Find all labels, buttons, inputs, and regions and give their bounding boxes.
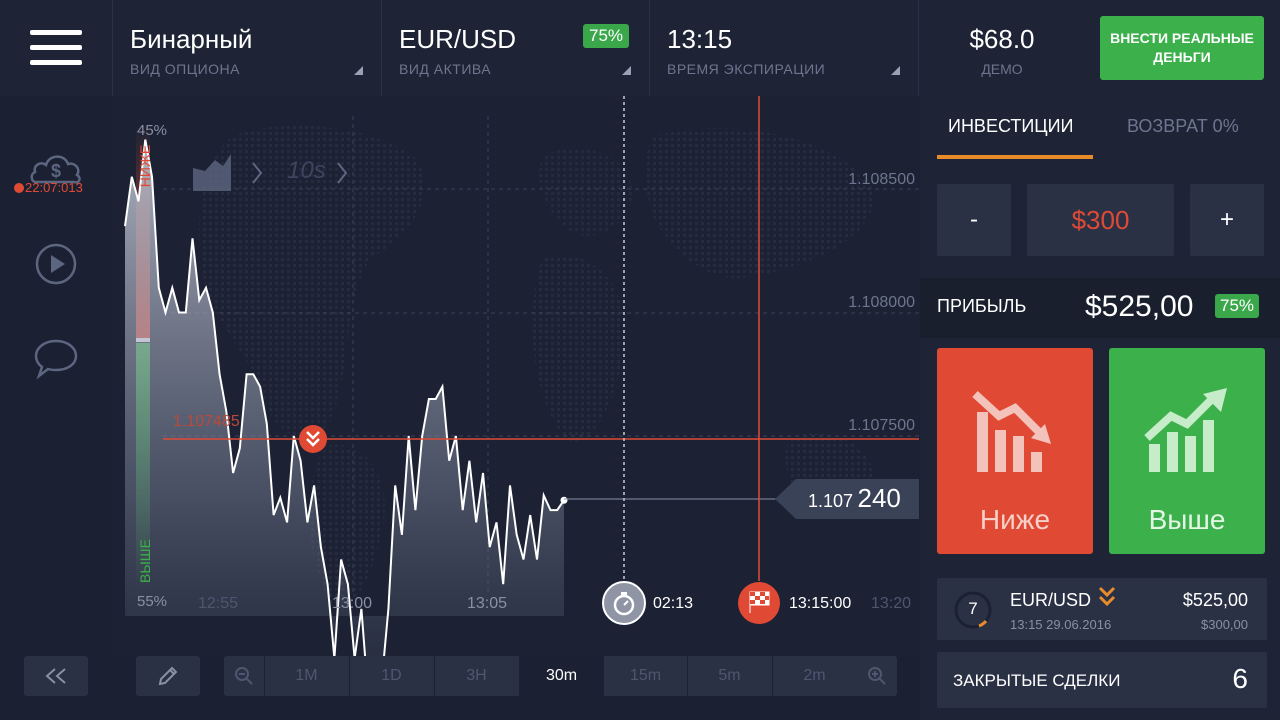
timeframe-30m[interactable]: 30m xyxy=(519,656,603,696)
call-button[interactable]: Выше xyxy=(1109,348,1265,554)
asset-label: ВИД АКТИВА xyxy=(399,61,492,77)
interval-label[interactable]: 10s xyxy=(287,157,326,185)
play-icon[interactable] xyxy=(34,242,78,286)
increase-amount-button[interactable]: + xyxy=(1190,184,1264,256)
bonus-timer-value: 22:07:013 xyxy=(25,180,83,195)
price-level: 1.107500 xyxy=(848,417,915,434)
timeframe-bar: 1M 1D 3H 30m 15m 5m 2m xyxy=(224,656,897,696)
hamburger-icon xyxy=(30,30,82,35)
tab-investments[interactable]: ИНВЕСТИЦИИ xyxy=(948,116,1073,137)
expiry-value: 13:15 xyxy=(667,24,733,54)
trade-datetime: 13:15 29.06.2016 xyxy=(1010,617,1112,632)
dropdown-triangle-icon xyxy=(891,66,900,75)
timer-value: 02:13 xyxy=(653,595,694,612)
expiry-selector[interactable]: 13:15 ВРЕМЯ ЭКСПИРАЦИИ xyxy=(650,0,919,96)
zoom-out-icon xyxy=(235,667,253,685)
clock-icon xyxy=(14,183,24,193)
trade-count: 7 xyxy=(968,599,978,618)
timeframe-1d[interactable]: 1D xyxy=(349,656,433,696)
balance-display[interactable]: $68.0 ДЕМО xyxy=(920,0,1084,96)
time-label: 13:00 xyxy=(332,595,373,612)
profit-pct-badge: 75% xyxy=(1215,294,1260,318)
timeframe-3h[interactable]: 3H xyxy=(434,656,518,696)
tab-underline xyxy=(937,155,1093,159)
svg-text:$: $ xyxy=(51,161,61,181)
sentiment-down-label: НИЖЕ xyxy=(137,144,153,188)
bottom-toolbar: 1M 1D 3H 30m 15m 5m 2m xyxy=(0,656,920,720)
put-button[interactable]: Ниже xyxy=(937,348,1093,554)
profit-value: $525,00 xyxy=(1085,290,1194,323)
option-type-label: ВИД ОПЦИОНА xyxy=(130,61,240,77)
collapse-button[interactable] xyxy=(24,656,88,696)
expiry-label: ВРЕМЯ ЭКСПИРАЦИИ xyxy=(667,61,826,77)
time-label: 13:20 xyxy=(871,595,912,612)
open-trade-item[interactable]: 7 EUR/USD 13:15 29.06.2016 $525,00 $300,… xyxy=(937,578,1267,640)
current-price-label: 1.107 240 xyxy=(808,483,901,514)
call-button-label: Выше xyxy=(1148,504,1226,535)
price-level: 1.108500 xyxy=(848,171,915,188)
sentiment-up-label: ВЫШЕ xyxy=(137,539,153,583)
chart-bottom-pct: 55% xyxy=(137,593,168,610)
bonus-timer: 22:07:013 xyxy=(14,180,83,195)
trend-down-icon xyxy=(972,391,1051,472)
top-bar: Бинарный ВИД ОПЦИОНА EUR/USD 75% ВИД АКТ… xyxy=(0,0,1280,96)
asset-payout-badge: 75% xyxy=(583,24,630,48)
time-label: 12:55 xyxy=(198,595,239,612)
current-price-suffix: 240 xyxy=(857,483,901,513)
profit-label: ПРИБЫЛЬ xyxy=(937,296,1027,316)
menu-button[interactable] xyxy=(0,0,113,96)
asset-value: EUR/USD xyxy=(399,24,517,54)
decrease-amount-button[interactable]: - xyxy=(937,184,1011,256)
balance-value: $68.0 xyxy=(969,24,1035,54)
asset-selector[interactable]: EUR/USD 75% ВИД АКТИВА xyxy=(382,0,650,96)
closed-trades-label: ЗАКРЫТЫЕ СДЕЛКИ xyxy=(953,671,1121,690)
hamburger-icon-bar xyxy=(30,60,82,65)
timeframe-1m[interactable]: 1M xyxy=(264,656,348,696)
time-label: 13:05 xyxy=(467,595,508,612)
trade-amount: $300,00 xyxy=(1201,617,1248,632)
amount-input[interactable]: $300 xyxy=(1027,184,1174,256)
tab-refund[interactable]: ВОЗВРАТ 0% xyxy=(1127,116,1239,137)
closed-trades-button[interactable]: ЗАКРЫТЫЕ СДЕЛКИ 6 xyxy=(937,652,1267,708)
dropdown-triangle-icon xyxy=(354,66,363,75)
put-button-label: Ниже xyxy=(979,504,1051,535)
deposit-button[interactable]: ВНЕСТИ РЕАЛЬНЫЕ ДЕНЬГИ xyxy=(1100,16,1264,80)
timeframe-5m[interactable]: 5m xyxy=(687,656,771,696)
entry-price-label: 1.107485 xyxy=(173,413,240,430)
trend-up-icon xyxy=(1144,388,1227,472)
timeframe-2m[interactable]: 2m xyxy=(772,656,856,696)
double-chevron-down-icon xyxy=(1098,586,1116,607)
chat-icon[interactable] xyxy=(32,336,80,380)
current-price-point xyxy=(560,496,568,504)
balance-label: ДЕМО xyxy=(981,61,1023,77)
current-price-prefix: 1.107 xyxy=(808,491,854,511)
double-chevron-left-icon xyxy=(45,668,66,684)
profit-row: ПРИБЫЛЬ $525,00 75% xyxy=(920,278,1280,338)
trade-panel: ИНВЕСТИЦИИ ВОЗВРАТ 0% - $300 + ПРИБЫЛЬ $… xyxy=(920,96,1280,720)
option-type-selector[interactable]: Бинарный ВИД ОПЦИОНА xyxy=(113,0,382,96)
trade-profit: $525,00 xyxy=(1182,590,1248,610)
stopwatch-icon[interactable] xyxy=(602,581,646,625)
expiry-time-value: 13:15:00 xyxy=(789,595,852,612)
pencil-icon xyxy=(158,666,178,686)
price-chart[interactable]: 45% 55% НИЖЕ ВЫШЕ 10s 1.108500 1.108000 … xyxy=(113,96,919,656)
closed-trades-count: 6 xyxy=(1232,663,1248,694)
option-type-value: Бинарный xyxy=(130,24,253,54)
zoom-in-button[interactable] xyxy=(857,656,897,696)
hamburger-icon-bar xyxy=(30,45,82,50)
zoom-out-button[interactable] xyxy=(224,656,264,696)
trade-asset: EUR/USD xyxy=(1010,590,1092,610)
draw-button[interactable] xyxy=(136,656,200,696)
price-level: 1.108000 xyxy=(848,294,915,311)
zoom-in-icon xyxy=(868,667,886,685)
dropdown-triangle-icon xyxy=(622,66,631,75)
timeframe-15m[interactable]: 15m xyxy=(603,656,687,696)
left-toolbar: $ 22:07:013 xyxy=(0,96,113,656)
